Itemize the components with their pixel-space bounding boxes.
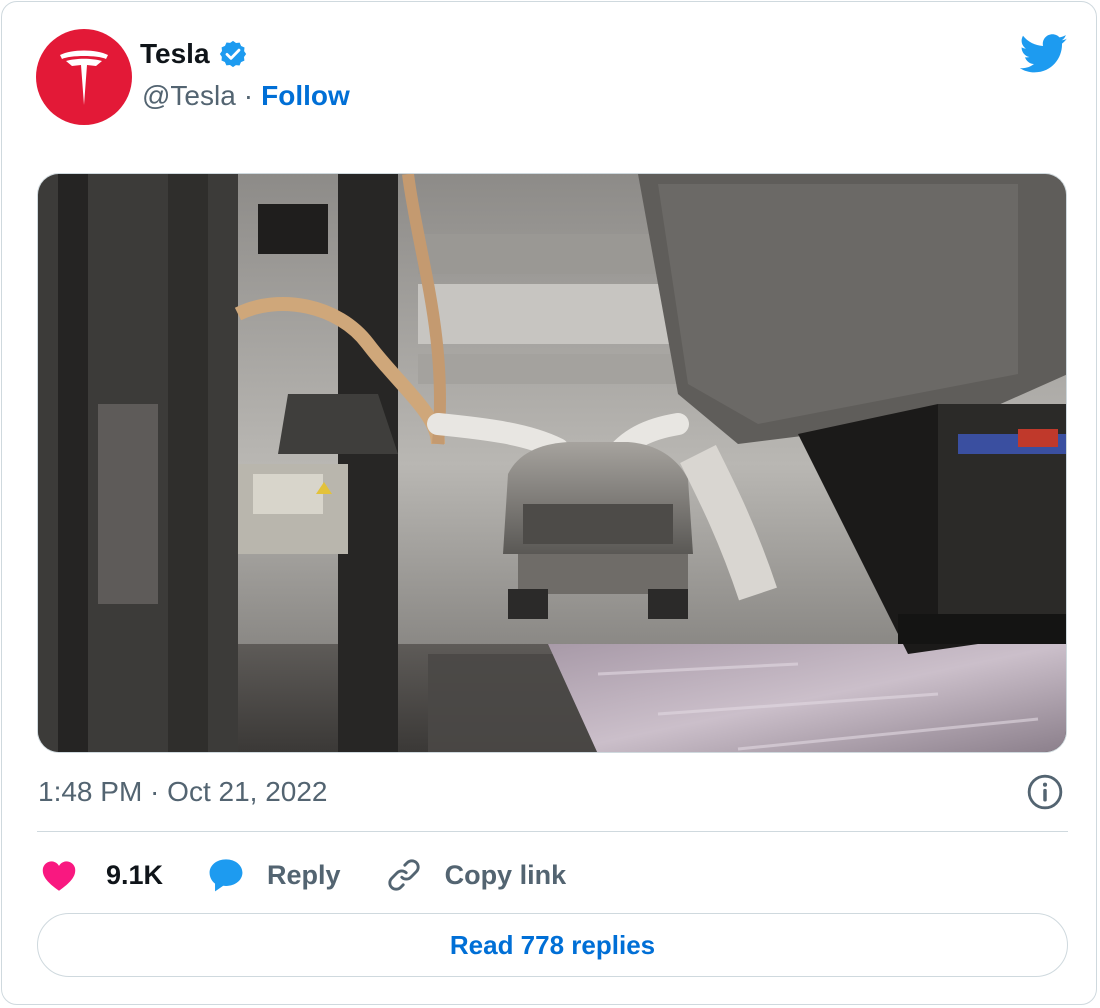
reply-button[interactable]: Reply (207, 857, 341, 893)
action-bar: 9.1K Reply Copy link (40, 852, 610, 898)
twitter-bird-icon[interactable] (1019, 34, 1068, 79)
divider (37, 831, 1068, 832)
author-name[interactable]: Tesla (140, 38, 210, 70)
separator-dot: · (243, 80, 254, 111)
avatar[interactable] (36, 29, 132, 125)
author-handle-row: @Tesla · Follow (142, 80, 350, 112)
tesla-logo (60, 50, 108, 105)
verified-badge-icon (219, 40, 246, 68)
like-button[interactable]: 9.1K (40, 858, 163, 892)
tweet-video[interactable] (37, 173, 1067, 753)
tweet-timestamp[interactable]: 1:48 PM · Oct 21, 2022 (38, 776, 328, 808)
copy-link-label: Copy link (444, 859, 567, 890)
link-icon (388, 859, 420, 891)
like-count: 9.1K (106, 859, 164, 890)
factory-scene-image (38, 174, 1066, 752)
speech-bubble-icon (209, 859, 243, 892)
read-replies-label: Read 778 replies (449, 929, 656, 960)
read-replies-button[interactable]: Read 778 replies (37, 913, 1068, 977)
reply-label: Reply (267, 859, 341, 890)
tweet-card: Tesla @Tesla · Follow 1:48 PM · Oct 21, … (1, 1, 1097, 1005)
info-icon[interactable] (1026, 773, 1064, 816)
copy-link-button[interactable]: Copy link (385, 856, 567, 894)
author-handle[interactable]: @Tesla (142, 80, 236, 112)
follow-button[interactable]: Follow (261, 80, 350, 112)
heart-icon (42, 861, 76, 891)
author-name-row: Tesla (140, 38, 248, 70)
